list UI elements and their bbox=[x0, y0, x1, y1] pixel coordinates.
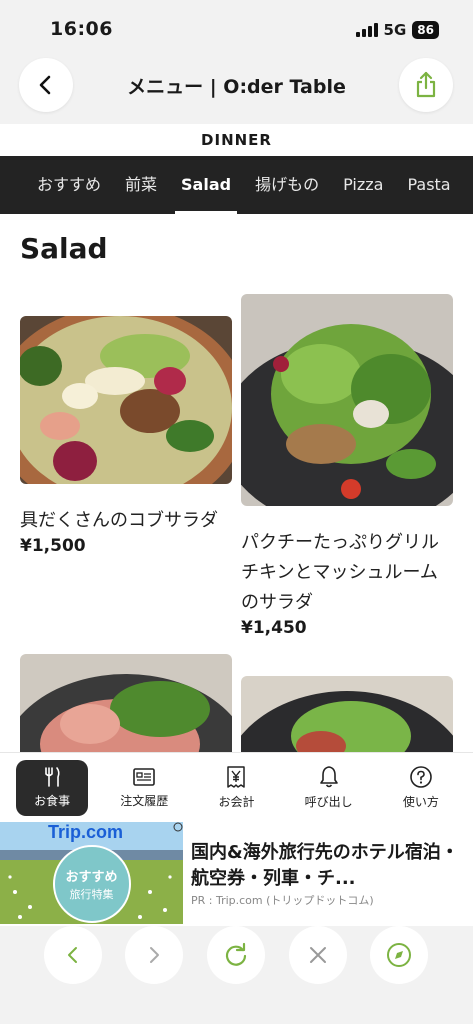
ad-badge-line2: 旅行特集 bbox=[69, 888, 114, 901]
meal-time-label: DINNER bbox=[0, 124, 473, 156]
ad-brand-logo: Trip.com bbox=[48, 822, 124, 842]
bottom-tab-bar: お食事 注文履歴 お会計 呼び出し 使い方 bbox=[0, 752, 473, 822]
menu-item-name: パクチーたっぷりグリルチキンとマッシュルームのサラダ bbox=[241, 532, 439, 613]
salad-photo bbox=[20, 654, 232, 752]
open-in-browser-button[interactable] bbox=[370, 926, 428, 984]
salad-photo bbox=[241, 676, 453, 752]
share-icon bbox=[416, 71, 436, 98]
menu-item-card[interactable] bbox=[20, 654, 232, 752]
tab-label: お会計 bbox=[218, 795, 255, 809]
status-bar: 16:06 5G 86 bbox=[0, 0, 473, 56]
page-title: メニュー | O:der Table bbox=[127, 76, 346, 98]
back-button[interactable] bbox=[19, 58, 73, 112]
browser-forward-button[interactable] bbox=[125, 926, 183, 984]
signal-icon bbox=[355, 23, 378, 37]
tab-how-to-use[interactable]: 使い方 bbox=[385, 760, 457, 816]
category-heading: Salad bbox=[20, 232, 108, 265]
browser-back-button[interactable] bbox=[44, 926, 102, 984]
ad-image: Trip.com おすすめ 旅行特集 bbox=[0, 822, 183, 924]
reload-icon bbox=[225, 942, 247, 966]
chevron-right-icon bbox=[150, 947, 159, 963]
ad-source: PR : Trip.com (トリップドットコム) bbox=[191, 894, 374, 907]
close-button[interactable] bbox=[289, 926, 347, 984]
status-time: 16:06 bbox=[50, 18, 113, 40]
compass-icon bbox=[387, 943, 411, 967]
tab-agemono[interactable]: 揚げもの bbox=[255, 156, 319, 214]
chevron-left-icon bbox=[39, 75, 51, 95]
close-icon bbox=[310, 947, 326, 963]
menu-item-card[interactable] bbox=[241, 676, 453, 752]
tab-checkout[interactable]: お会計 bbox=[200, 760, 272, 816]
tab-salad[interactable]: Salad bbox=[175, 156, 238, 214]
tab-order-history[interactable]: 注文履歴 bbox=[108, 760, 180, 816]
chevron-left-icon bbox=[68, 947, 77, 963]
tab-label: お食事 bbox=[34, 794, 71, 808]
bell-icon bbox=[319, 766, 338, 788]
reload-button[interactable] bbox=[207, 926, 265, 984]
ad-banner[interactable]: Trip.com おすすめ 旅行特集 国内&海外旅行先のホテル宿泊・航空券・列車… bbox=[0, 822, 473, 926]
ad-title: 国内&海外旅行先のホテル宿泊・航空券・列車・チ... bbox=[191, 842, 459, 889]
question-icon bbox=[410, 766, 432, 788]
menu-item-price: ¥1,450 bbox=[241, 618, 307, 638]
yen-bill-icon bbox=[227, 766, 246, 788]
fork-knife-icon bbox=[45, 767, 60, 787]
share-button[interactable] bbox=[399, 58, 453, 112]
status-indicators: 5G 86 bbox=[355, 21, 439, 39]
cobb-salad-photo bbox=[20, 316, 232, 484]
receipt-icon bbox=[133, 768, 156, 786]
chicken-salad-photo bbox=[241, 294, 453, 506]
browser-toolbar bbox=[0, 926, 473, 1024]
network-label: 5G bbox=[383, 21, 407, 39]
tab-zensai[interactable]: 前菜 bbox=[125, 156, 157, 214]
tab-pasta[interactable]: Pasta bbox=[407, 156, 450, 214]
menu-item-price: ¥1,500 bbox=[20, 536, 86, 556]
category-tabs: おすすめ 前菜 Salad 揚げもの Pizza Pasta bbox=[0, 156, 473, 214]
tab-label: 使い方 bbox=[402, 795, 439, 809]
nav-header: メニュー | O:der Table bbox=[0, 56, 473, 124]
ad-badge-line1: おすすめ bbox=[65, 870, 118, 885]
menu-item-card[interactable]: 具だくさんのコブサラダ ¥1,500 bbox=[20, 316, 232, 556]
menu-item-card[interactable]: パクチーたっぷりグリルチキンとマッシュルームのサラダ ¥1,450 bbox=[241, 294, 453, 638]
tab-call-staff[interactable]: 呼び出し bbox=[293, 760, 365, 816]
tab-label: 呼び出し bbox=[304, 795, 353, 809]
tab-osusume[interactable]: おすすめ bbox=[37, 156, 101, 214]
tab-meal[interactable]: お食事 bbox=[16, 759, 89, 816]
battery-icon: 86 bbox=[412, 21, 439, 39]
menu-item-name: 具だくさんのコブサラダ bbox=[20, 510, 218, 531]
tab-label: 注文履歴 bbox=[120, 794, 169, 808]
tab-pizza[interactable]: Pizza bbox=[343, 156, 383, 214]
